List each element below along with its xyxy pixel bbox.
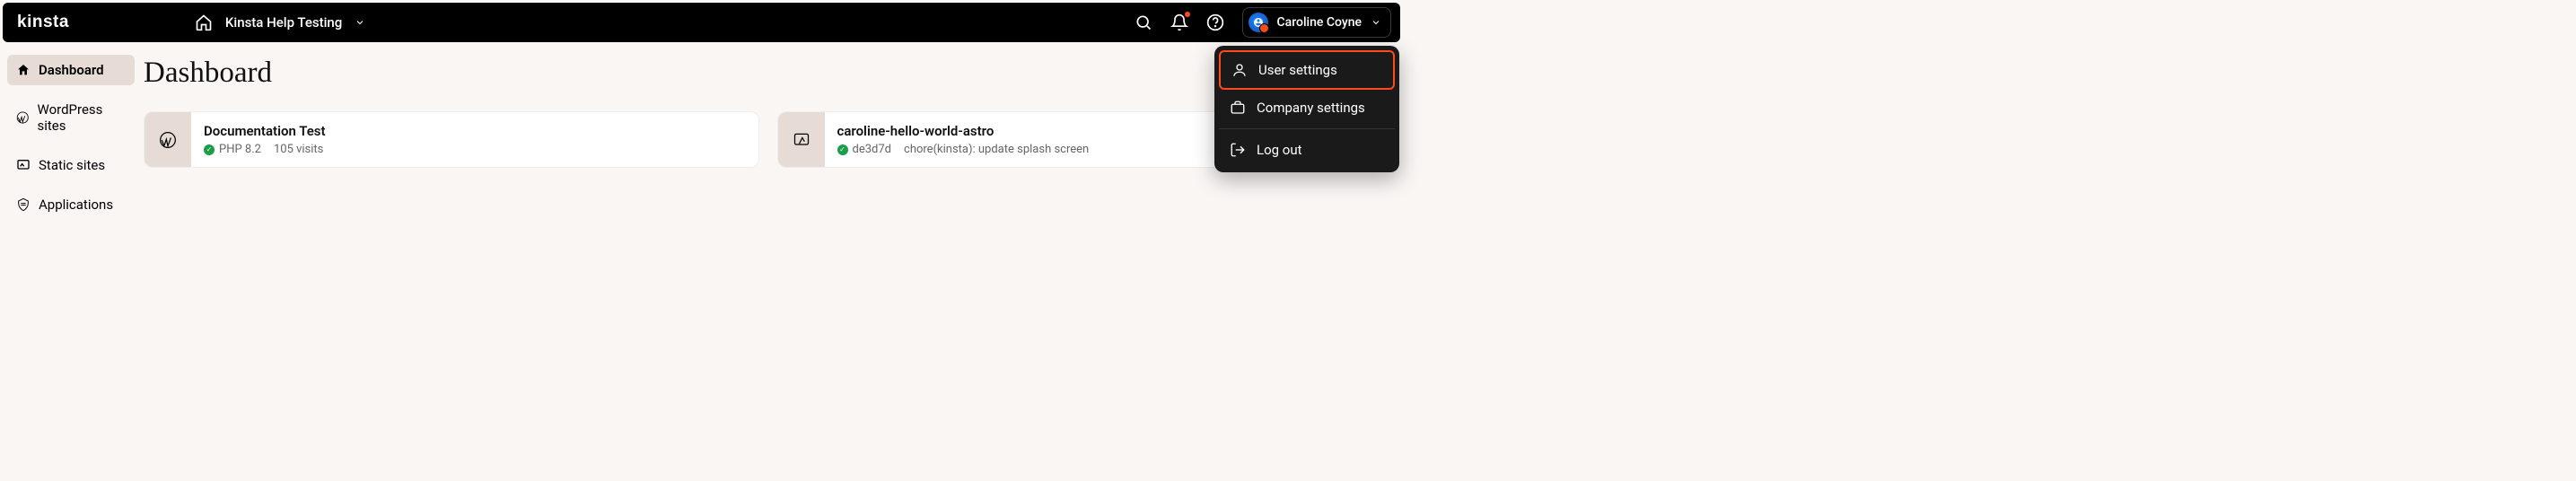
nav-label: Applications [39,197,113,213]
cards-row: Documentation Test PHP 8.2 105 visits c [144,111,1392,168]
search-icon[interactable] [1135,13,1152,31]
nav-dashboard[interactable]: Dashboard [7,55,135,85]
check-icon [204,144,215,155]
menu-label: User settings [1258,62,1337,78]
card-icon-area [145,112,191,167]
menu-item-user-settings[interactable]: User settings [1219,50,1395,90]
wordpress-icon [159,131,177,149]
home-icon[interactable] [195,13,213,31]
brand-logo[interactable]: kinsta [17,13,69,32]
user-menu-trigger[interactable]: Caroline Coyne [1242,7,1391,38]
main-content: Dashboard Documentation Test PHP 8.2 105… [135,55,1403,229]
menu-item-log-out[interactable]: Log out [1219,132,1395,168]
static-icon [16,158,31,172]
chevron-down-icon[interactable] [355,14,365,31]
avatar [1249,13,1268,32]
user-name: Caroline Coyne [1277,15,1362,30]
logout-icon [1230,142,1246,158]
status-text: PHP 8.2 [219,143,261,156]
card-meta: de3d7d chore(kinsta): update splash scre… [837,143,1090,156]
card-icon-area [778,112,825,167]
home-icon [16,63,31,77]
menu-label: Company settings [1257,100,1365,116]
chevron-down-icon [1371,14,1381,31]
menu-label: Log out [1257,142,1302,158]
wordpress-icon [16,110,30,125]
nav-static-sites[interactable]: Static sites [7,150,135,180]
meta-text: chore(kinsta): update splash screen [904,143,1089,156]
main-layout: Dashboard WordPress sites Static sites A… [0,42,1403,229]
menu-item-company-settings[interactable]: Company settings [1219,90,1395,126]
nav-label: Dashboard [39,62,104,78]
bell-icon[interactable] [1170,13,1188,31]
user-icon [1231,62,1248,78]
status-badge: PHP 8.2 [204,143,261,156]
static-icon [793,131,810,149]
help-icon[interactable] [1206,13,1224,31]
menu-divider [1219,128,1395,129]
card-body: Documentation Test PHP 8.2 105 visits [191,112,338,167]
card-meta: PHP 8.2 105 visits [204,143,326,156]
nav-applications[interactable]: Applications [7,189,135,220]
status-text: de3d7d [853,143,892,156]
applications-icon [16,197,31,212]
check-icon [837,144,848,155]
sidebar: Dashboard WordPress sites Static sites A… [0,55,135,229]
briefcase-icon [1230,100,1246,116]
meta-text: 105 visits [274,143,323,156]
breadcrumb: Kinsta Help Testing [195,13,365,31]
nav-label: WordPress sites [38,101,126,134]
site-card[interactable]: Documentation Test PHP 8.2 105 visits [144,111,759,168]
card-body: caroline-hello-world-astro de3d7d chore(… [825,112,1102,167]
app-header: kinsta Kinsta Help Testing Caroline Coyn… [3,3,1400,42]
breadcrumb-company[interactable]: Kinsta Help Testing [225,14,342,31]
nav-label: Static sites [39,157,105,173]
header-actions: Caroline Coyne [1135,7,1391,38]
nav-wordpress-sites[interactable]: WordPress sites [7,94,135,141]
notification-badge [1185,12,1190,17]
status-badge: de3d7d [837,143,892,156]
user-dropdown-menu: User settings Company settings Log out [1214,46,1399,172]
card-title: caroline-hello-world-astro [837,123,1090,139]
card-title: Documentation Test [204,123,326,139]
page-title: Dashboard [144,57,1392,90]
